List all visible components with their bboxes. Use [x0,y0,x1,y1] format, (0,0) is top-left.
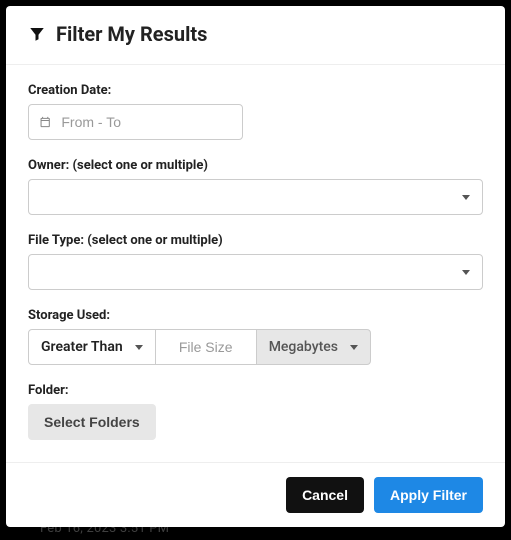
owner-select[interactable] [28,179,483,215]
cancel-button[interactable]: Cancel [286,477,364,513]
chevron-down-icon [462,270,470,275]
modal-footer: Cancel Apply Filter [6,462,505,527]
owner-label: Owner: (select one or multiple) [28,158,483,173]
folder-group: Folder: Select Folders [28,383,483,440]
filter-modal: Filter My Results Creation Date: Owner: … [6,6,505,527]
select-folders-button[interactable]: Select Folders [28,404,156,440]
modal-title: Filter My Results [56,22,207,46]
creation-date-input[interactable] [28,104,243,140]
folder-label: Folder: [28,383,483,398]
chevron-down-icon [135,345,143,350]
chevron-down-icon [350,345,358,350]
storage-size-input-wrap [156,329,256,365]
storage-row: Greater Than Megabytes [28,329,483,365]
creation-date-group: Creation Date: [28,83,483,140]
chevron-down-icon [462,195,470,200]
apply-filter-button[interactable]: Apply Filter [374,477,483,513]
modal-header: Filter My Results [6,6,505,65]
storage-unit-value: Megabytes [269,339,338,355]
storage-comparison-value: Greater Than [41,339,123,355]
filter-icon [28,25,46,43]
modal-body: Creation Date: Owner: (select one or mul… [6,65,505,462]
storage-comparison-select[interactable]: Greater Than [28,329,156,365]
storage-size-input[interactable] [156,330,256,364]
storage-group: Storage Used: Greater Than Megabytes [28,308,483,365]
calendar-icon [39,115,51,129]
storage-label: Storage Used: [28,308,483,323]
file-type-group: File Type: (select one or multiple) [28,233,483,290]
storage-unit-select[interactable]: Megabytes [256,329,371,365]
creation-date-field[interactable] [61,114,232,130]
file-type-label: File Type: (select one or multiple) [28,233,483,248]
creation-date-label: Creation Date: [28,83,483,98]
file-type-select[interactable] [28,254,483,290]
owner-group: Owner: (select one or multiple) [28,158,483,215]
